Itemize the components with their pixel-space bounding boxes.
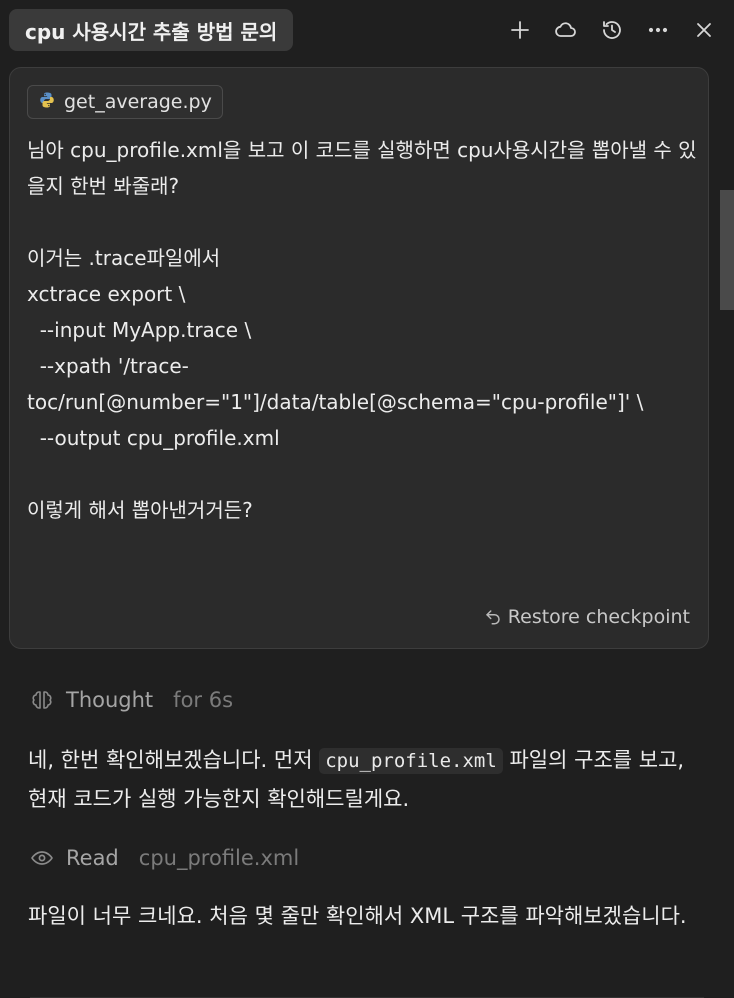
restore-checkpoint-button[interactable]: Restore checkpoint (484, 602, 690, 632)
assistant-text: 네, 한번 확인해보겠습니다. 먼저 (28, 748, 320, 772)
chat-header: cpu 사용시간 추출 방법 문의 (0, 0, 734, 62)
chat-title[interactable]: cpu 사용시간 추출 방법 문의 (9, 9, 294, 51)
more-icon[interactable] (642, 12, 674, 48)
assistant-paragraph: 네, 한번 확인해보겠습니다. 먼저 cpu_profile.xml 파일의 구… (28, 741, 700, 818)
scrollbar-thumb[interactable] (720, 190, 734, 310)
eye-icon (31, 851, 53, 865)
scrollbar[interactable] (720, 62, 734, 998)
user-message-text: 님아 cpu_profile.xml을 보고 이 코드를 실행하면 cpu사용시… (27, 138, 697, 522)
user-message-card[interactable]: get_average.py 님아 cpu_profile.xml을 보고 이 … (9, 67, 709, 649)
inline-code: cpu_profile.xml (319, 748, 503, 774)
close-icon[interactable] (688, 12, 720, 48)
brain-icon (32, 691, 52, 709)
read-label: Read (66, 846, 119, 870)
attachment-chip[interactable]: get_average.py (27, 85, 223, 119)
thought-label: Thought (66, 688, 154, 712)
header-actions (504, 12, 720, 48)
thought-indicator[interactable]: Thought for 6s (30, 684, 233, 716)
history-icon[interactable] (596, 12, 628, 48)
thought-duration: for 6s (173, 688, 234, 712)
plus-icon[interactable] (504, 12, 536, 48)
python-icon (38, 91, 56, 114)
read-file-name: cpu_profile.xml (138, 846, 300, 870)
attachment-name: get_average.py (64, 91, 212, 113)
read-file-indicator[interactable]: Read cpu_profile.xml (30, 842, 299, 874)
cloud-icon[interactable] (550, 12, 582, 48)
restore-checkpoint-label: Restore checkpoint (507, 606, 690, 628)
undo-icon (486, 610, 500, 625)
assistant-paragraph: 파일이 너무 크네요. 처음 몇 줄만 확인해서 XML 구조를 파악해보겠습니… (28, 904, 687, 928)
